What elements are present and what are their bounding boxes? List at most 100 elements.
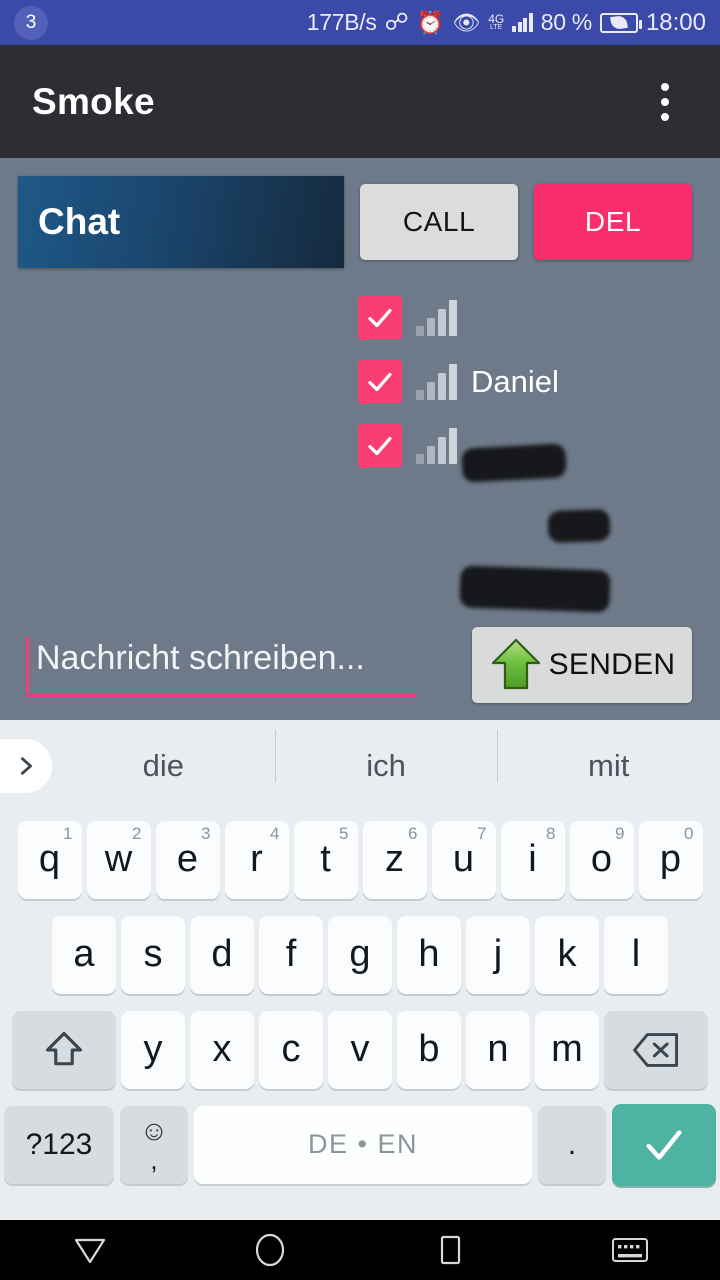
recents-button[interactable] bbox=[360, 1233, 540, 1267]
key-a[interactable]: a bbox=[52, 915, 116, 994]
key-d[interactable]: d bbox=[190, 915, 254, 994]
period-key[interactable]: . bbox=[538, 1105, 606, 1184]
key-n[interactable]: n bbox=[466, 1010, 530, 1089]
table-row[interactable] bbox=[0, 286, 720, 483]
key-number-hint: 6 bbox=[408, 823, 418, 843]
key-t[interactable]: 5t bbox=[293, 820, 358, 899]
key-label: r bbox=[250, 838, 263, 880]
redaction-mark bbox=[547, 508, 611, 544]
notification-count-label: 3 bbox=[25, 11, 37, 33]
key-label: m bbox=[551, 1028, 583, 1070]
symbols-key[interactable]: ?123 bbox=[4, 1105, 114, 1184]
check-icon bbox=[368, 436, 392, 456]
chat-banner-label: Chat bbox=[38, 201, 121, 242]
key-j[interactable]: j bbox=[466, 915, 530, 994]
redaction-mark bbox=[459, 565, 611, 613]
signal-bars-icon bbox=[416, 364, 457, 400]
battery-percent-label: 80 % bbox=[540, 9, 593, 35]
key-s[interactable]: s bbox=[121, 915, 185, 994]
table-row[interactable]: Daniel bbox=[0, 350, 720, 544]
key-r[interactable]: 4r bbox=[224, 820, 289, 899]
key-i[interactable]: 8i bbox=[500, 820, 565, 899]
overflow-dot bbox=[661, 97, 669, 106]
shift-key[interactable] bbox=[12, 1010, 116, 1089]
call-button[interactable]: CALL bbox=[360, 184, 519, 260]
backspace-key[interactable] bbox=[604, 1010, 708, 1089]
check-icon bbox=[646, 1129, 682, 1160]
key-number-hint: 8 bbox=[546, 823, 556, 843]
contact-checkbox[interactable] bbox=[358, 360, 402, 404]
key-b[interactable]: b bbox=[397, 1010, 461, 1089]
del-button-label: DEL bbox=[584, 206, 642, 237]
suggestion-item[interactable]: die bbox=[52, 748, 275, 784]
key-z[interactable]: 6z bbox=[362, 820, 427, 899]
key-number-hint: 7 bbox=[477, 823, 487, 843]
action-row: Chat CALL DEL bbox=[0, 158, 720, 268]
hide-keyboard-button[interactable] bbox=[540, 1235, 720, 1265]
key-label: k bbox=[557, 933, 577, 975]
key-label: . bbox=[567, 1127, 577, 1161]
key-label: n bbox=[487, 1028, 509, 1070]
page-title: Smoke bbox=[32, 80, 155, 122]
key-f[interactable]: f bbox=[259, 915, 323, 994]
suggestion-list: die ich mit bbox=[52, 730, 720, 784]
key-label: q bbox=[38, 838, 61, 880]
key-label: s bbox=[143, 933, 163, 975]
key-number-hint: 5 bbox=[339, 823, 349, 843]
key-v[interactable]: v bbox=[328, 1010, 392, 1089]
key-label: a bbox=[73, 933, 95, 975]
key-number-hint: 1 bbox=[63, 823, 73, 843]
signal-bars-icon bbox=[512, 13, 533, 32]
navigation-bar bbox=[0, 1220, 720, 1280]
overflow-menu-icon[interactable] bbox=[642, 72, 688, 132]
signal-bars-icon bbox=[416, 300, 457, 336]
key-c[interactable]: c bbox=[259, 1010, 323, 1089]
key-label: z bbox=[385, 838, 404, 880]
message-compose-row: Nachricht schreiben... SENDEN bbox=[0, 627, 720, 703]
key-l[interactable]: l bbox=[604, 915, 668, 994]
chat-banner[interactable]: Chat bbox=[18, 176, 345, 268]
space-key[interactable]: DE • EN bbox=[194, 1105, 532, 1184]
key-e[interactable]: 3e bbox=[155, 820, 220, 899]
del-button[interactable]: DEL bbox=[534, 184, 692, 260]
key-q[interactable]: 1q bbox=[17, 820, 82, 899]
chevron-right-glyph bbox=[20, 757, 32, 775]
key-k[interactable]: k bbox=[535, 915, 599, 994]
key-o[interactable]: 9o bbox=[569, 820, 634, 899]
send-button[interactable]: SENDEN bbox=[472, 627, 692, 703]
emoji-icon: ☺ bbox=[139, 1114, 169, 1146]
contact-list: Daniel bbox=[0, 268, 720, 613]
key-h[interactable]: h bbox=[397, 915, 461, 994]
back-button[interactable] bbox=[0, 1235, 180, 1265]
alarm-icon: ⏰ bbox=[416, 9, 445, 35]
message-input[interactable]: Nachricht schreiben... bbox=[26, 629, 456, 703]
keyboard-row-2: a s d f g h j k l bbox=[0, 907, 720, 1002]
contact-checkbox[interactable] bbox=[358, 424, 402, 468]
table-row[interactable] bbox=[0, 414, 720, 613]
emoji-key[interactable]: ☺ , bbox=[120, 1105, 188, 1184]
shift-icon bbox=[45, 1031, 83, 1065]
contact-checkbox[interactable] bbox=[358, 296, 402, 340]
key-label: ?123 bbox=[25, 1127, 93, 1161]
main-content: Chat CALL DEL Daniel Nachricht schreiben… bbox=[0, 158, 720, 725]
key-label: c bbox=[281, 1028, 301, 1070]
key-number-hint: 2 bbox=[132, 823, 142, 843]
key-y[interactable]: y bbox=[121, 1010, 185, 1089]
key-x[interactable]: x bbox=[190, 1010, 254, 1089]
app-bar: Smoke bbox=[0, 45, 720, 158]
hide-keyboard-icon bbox=[612, 1238, 648, 1262]
key-label: g bbox=[349, 933, 371, 975]
key-w[interactable]: 2w bbox=[86, 820, 151, 899]
key-p[interactable]: 0p bbox=[638, 820, 703, 899]
suggestion-strip: die ich mit bbox=[0, 720, 720, 812]
key-m[interactable]: m bbox=[535, 1010, 599, 1089]
enter-key[interactable] bbox=[612, 1103, 716, 1186]
clock-label: 18:00 bbox=[645, 8, 706, 36]
keyboard-row-3: y x c v b n m bbox=[0, 1002, 720, 1097]
home-button[interactable] bbox=[180, 1233, 360, 1267]
key-u[interactable]: 7u bbox=[431, 820, 496, 899]
key-g[interactable]: g bbox=[328, 915, 392, 994]
suggestion-item[interactable]: ich bbox=[274, 730, 498, 784]
chevron-right-icon[interactable] bbox=[0, 739, 52, 793]
suggestion-item[interactable]: mit bbox=[497, 730, 720, 784]
